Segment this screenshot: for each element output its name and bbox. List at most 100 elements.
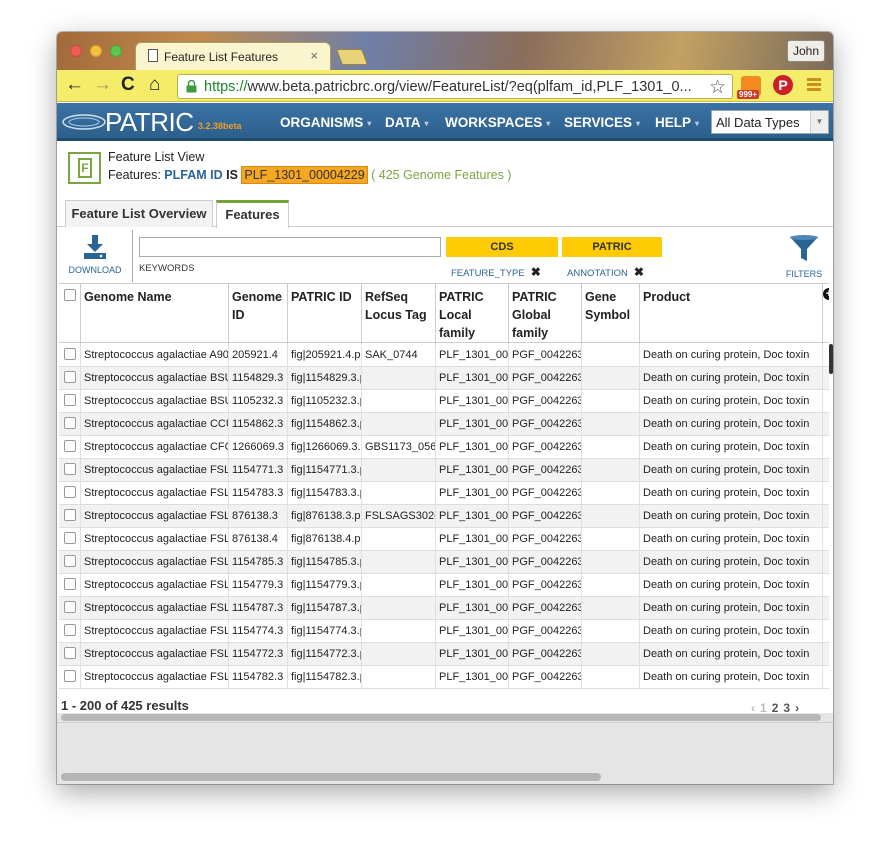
tab-close-icon[interactable]: ×	[310, 48, 318, 63]
table-row[interactable]: Streptococcus agalactiae BSU 1154829.3 fig…	[59, 367, 829, 390]
patric-logo[interactable]: PATRIC	[105, 107, 194, 138]
global-family-cell: PGF_00422634	[509, 413, 582, 436]
row-checkbox[interactable]	[64, 417, 76, 429]
col-patric-id[interactable]: PATRIC ID	[288, 284, 362, 344]
col-product[interactable]: Product	[640, 284, 823, 344]
add-column-icon[interactable]: +	[823, 288, 829, 300]
table-row[interactable]: Streptococcus agalactiae FSL 1154785.3 fig…	[59, 551, 829, 574]
browser-tab-active[interactable]: Feature List Features ×	[135, 42, 331, 70]
table-row[interactable]: Streptococcus agalactiae CCUG 1154862.3 fi…	[59, 413, 829, 436]
col-gene-symbol[interactable]: Gene Symbol	[582, 284, 640, 344]
refseq-locus-tag-cell	[362, 551, 436, 574]
page-horizontal-scrollbar[interactable]	[61, 773, 601, 781]
row-checkbox[interactable]	[64, 486, 76, 498]
genome-name-cell: Streptococcus agalactiae FSL	[81, 482, 229, 505]
facet-feature-type-value[interactable]: CDS	[446, 237, 558, 257]
table-row[interactable]: Streptococcus agalactiae FSL 1154772.3 fig…	[59, 643, 829, 666]
refseq-locus-tag-cell: FSLSAGS3026	[362, 505, 436, 528]
feature-list-icon: F	[68, 152, 101, 184]
chevron-down-icon: ▾	[367, 118, 372, 128]
row-checkbox[interactable]	[64, 532, 76, 544]
table-row[interactable]: Streptococcus agalactiae FSL 1154779.3 fig…	[59, 574, 829, 597]
row-checkbox[interactable]	[64, 463, 76, 475]
table-row[interactable]: Streptococcus agalactiae BSU 1105232.3 fig…	[59, 390, 829, 413]
patric-nav-bar: PATRIC 3.2.38beta ORGANISMS ▾ DATA ▾ WORKS…	[57, 103, 833, 141]
local-family-cell: PLF_1301_00004229	[436, 344, 509, 367]
row-checkbox[interactable]	[64, 371, 76, 383]
table-row[interactable]: Streptococcus agalactiae FSL 876138.3 fig|…	[59, 505, 829, 528]
remove-facet-icon[interactable]: ✖	[531, 265, 541, 279]
window-minimize-button[interactable]	[90, 45, 102, 57]
gene-symbol-cell	[582, 505, 640, 528]
tab-features[interactable]: Features	[216, 200, 289, 228]
browser-menu-icon[interactable]	[807, 78, 821, 92]
facet-annotation-label: ANNOTATION	[567, 268, 628, 279]
grid-vertical-scrollbar[interactable]	[829, 344, 833, 374]
grid-body: Streptococcus agalactiae A909 205921.4 fig…	[59, 344, 829, 689]
row-checkbox[interactable]	[64, 509, 76, 521]
row-checkbox[interactable]	[64, 440, 76, 452]
row-checkbox[interactable]	[64, 348, 76, 360]
patric-id-cell: fig|876138.3.peg	[288, 505, 362, 528]
col-patric-local-family[interactable]: PATRIC Local family	[436, 284, 509, 344]
nav-services-label: SERVICES	[564, 115, 633, 130]
select-all-checkbox[interactable]	[64, 289, 76, 301]
patric-id-cell: fig|1154862.3.peg	[288, 413, 362, 436]
address-bar[interactable]: https://www.beta.patricbrc.org/view/Feat…	[177, 74, 733, 99]
forward-arrow-icon[interactable]: →	[93, 75, 112, 95]
row-checkbox[interactable]	[64, 601, 76, 613]
local-family-cell: PLF_1301_00004229	[436, 574, 509, 597]
row-checkbox[interactable]	[64, 555, 76, 567]
table-row[interactable]: Streptococcus agalactiae FSL 1154783.3 fig…	[59, 482, 829, 505]
nav-organisms[interactable]: ORGANISMS ▾	[280, 115, 371, 130]
filters-button[interactable]: FILTERS	[779, 232, 829, 282]
back-arrow-icon[interactable]: ←	[65, 75, 84, 95]
table-row[interactable]: Streptococcus agalactiae FSL 876138.4 fig|…	[59, 528, 829, 551]
table-row[interactable]: Streptococcus agalactiae FSL 1154787.3 fig…	[59, 597, 829, 620]
browser-tab-strip: Feature List Features × John	[57, 32, 833, 70]
pinterest-icon[interactable]: P	[773, 75, 793, 95]
remove-facet-icon[interactable]: ✖	[634, 265, 644, 279]
chevron-down-icon: ▾	[424, 118, 429, 128]
window-close-button[interactable]	[70, 45, 82, 57]
data-type-select[interactable]: All Data Types ▼	[711, 110, 829, 134]
patric-version: 3.2.38beta	[198, 121, 242, 131]
reload-icon[interactable]: C	[121, 75, 135, 95]
table-row[interactable]: Streptococcus agalactiae FSL 1154782.3 fig…	[59, 666, 829, 689]
row-checkbox[interactable]	[64, 394, 76, 406]
grid-scroll-thumb[interactable]	[61, 714, 821, 721]
row-checkbox[interactable]	[64, 578, 76, 590]
facet-annotation-value[interactable]: PATRIC	[562, 237, 662, 257]
col-genome-name[interactable]: Genome Name	[81, 284, 229, 344]
window-maximize-button[interactable]	[110, 45, 122, 57]
col-genome-id[interactable]: Genome ID	[229, 284, 288, 344]
nav-workspaces[interactable]: WORKSPACES ▾	[445, 115, 550, 130]
grid-horizontal-scrollbar[interactable]	[57, 713, 833, 722]
nav-data[interactable]: DATA ▾	[385, 115, 429, 130]
genome-id-cell: 1154779.3	[229, 574, 288, 597]
home-icon[interactable]: ⌂	[149, 75, 160, 95]
patric-logo-icon	[62, 114, 106, 130]
table-row[interactable]: Streptococcus agalactiae FSL 1154771.3 fig…	[59, 459, 829, 482]
new-tab-button[interactable]	[336, 49, 368, 65]
bookmark-star-icon[interactable]: ☆	[709, 76, 726, 99]
row-checkbox[interactable]	[64, 647, 76, 659]
download-button[interactable]: DOWNLOAD	[65, 232, 125, 278]
keyword-search-input[interactable]	[139, 237, 441, 257]
product-cell: Death on curing protein, Doc toxin	[640, 597, 823, 620]
profile-button[interactable]: John	[787, 40, 825, 62]
tab-feature-list-overview[interactable]: Feature List Overview	[65, 200, 213, 227]
gene-symbol-cell	[582, 666, 640, 689]
col-patric-global-family[interactable]: PATRIC Global family	[509, 284, 582, 344]
table-row[interactable]: Streptococcus agalactiae FSL 1154774.3 fig…	[59, 620, 829, 643]
nav-services[interactable]: SERVICES ▾	[564, 115, 640, 130]
table-row[interactable]: Streptococcus agalactiae CFO 1266069.3 fig…	[59, 436, 829, 459]
genome-name-cell: Streptococcus agalactiae A909	[81, 344, 229, 367]
table-row[interactable]: Streptococcus agalactiae A909 205921.4 fig…	[59, 344, 829, 367]
row-checkbox[interactable]	[64, 624, 76, 636]
row-checkbox[interactable]	[64, 670, 76, 682]
col-refseq-locus-tag[interactable]: RefSeq Locus Tag	[362, 284, 436, 344]
url-path: www.beta.patricbrc.org/view/FeatureList/…	[247, 79, 692, 95]
gene-symbol-cell	[582, 459, 640, 482]
nav-help[interactable]: HELP ▾	[655, 115, 699, 130]
